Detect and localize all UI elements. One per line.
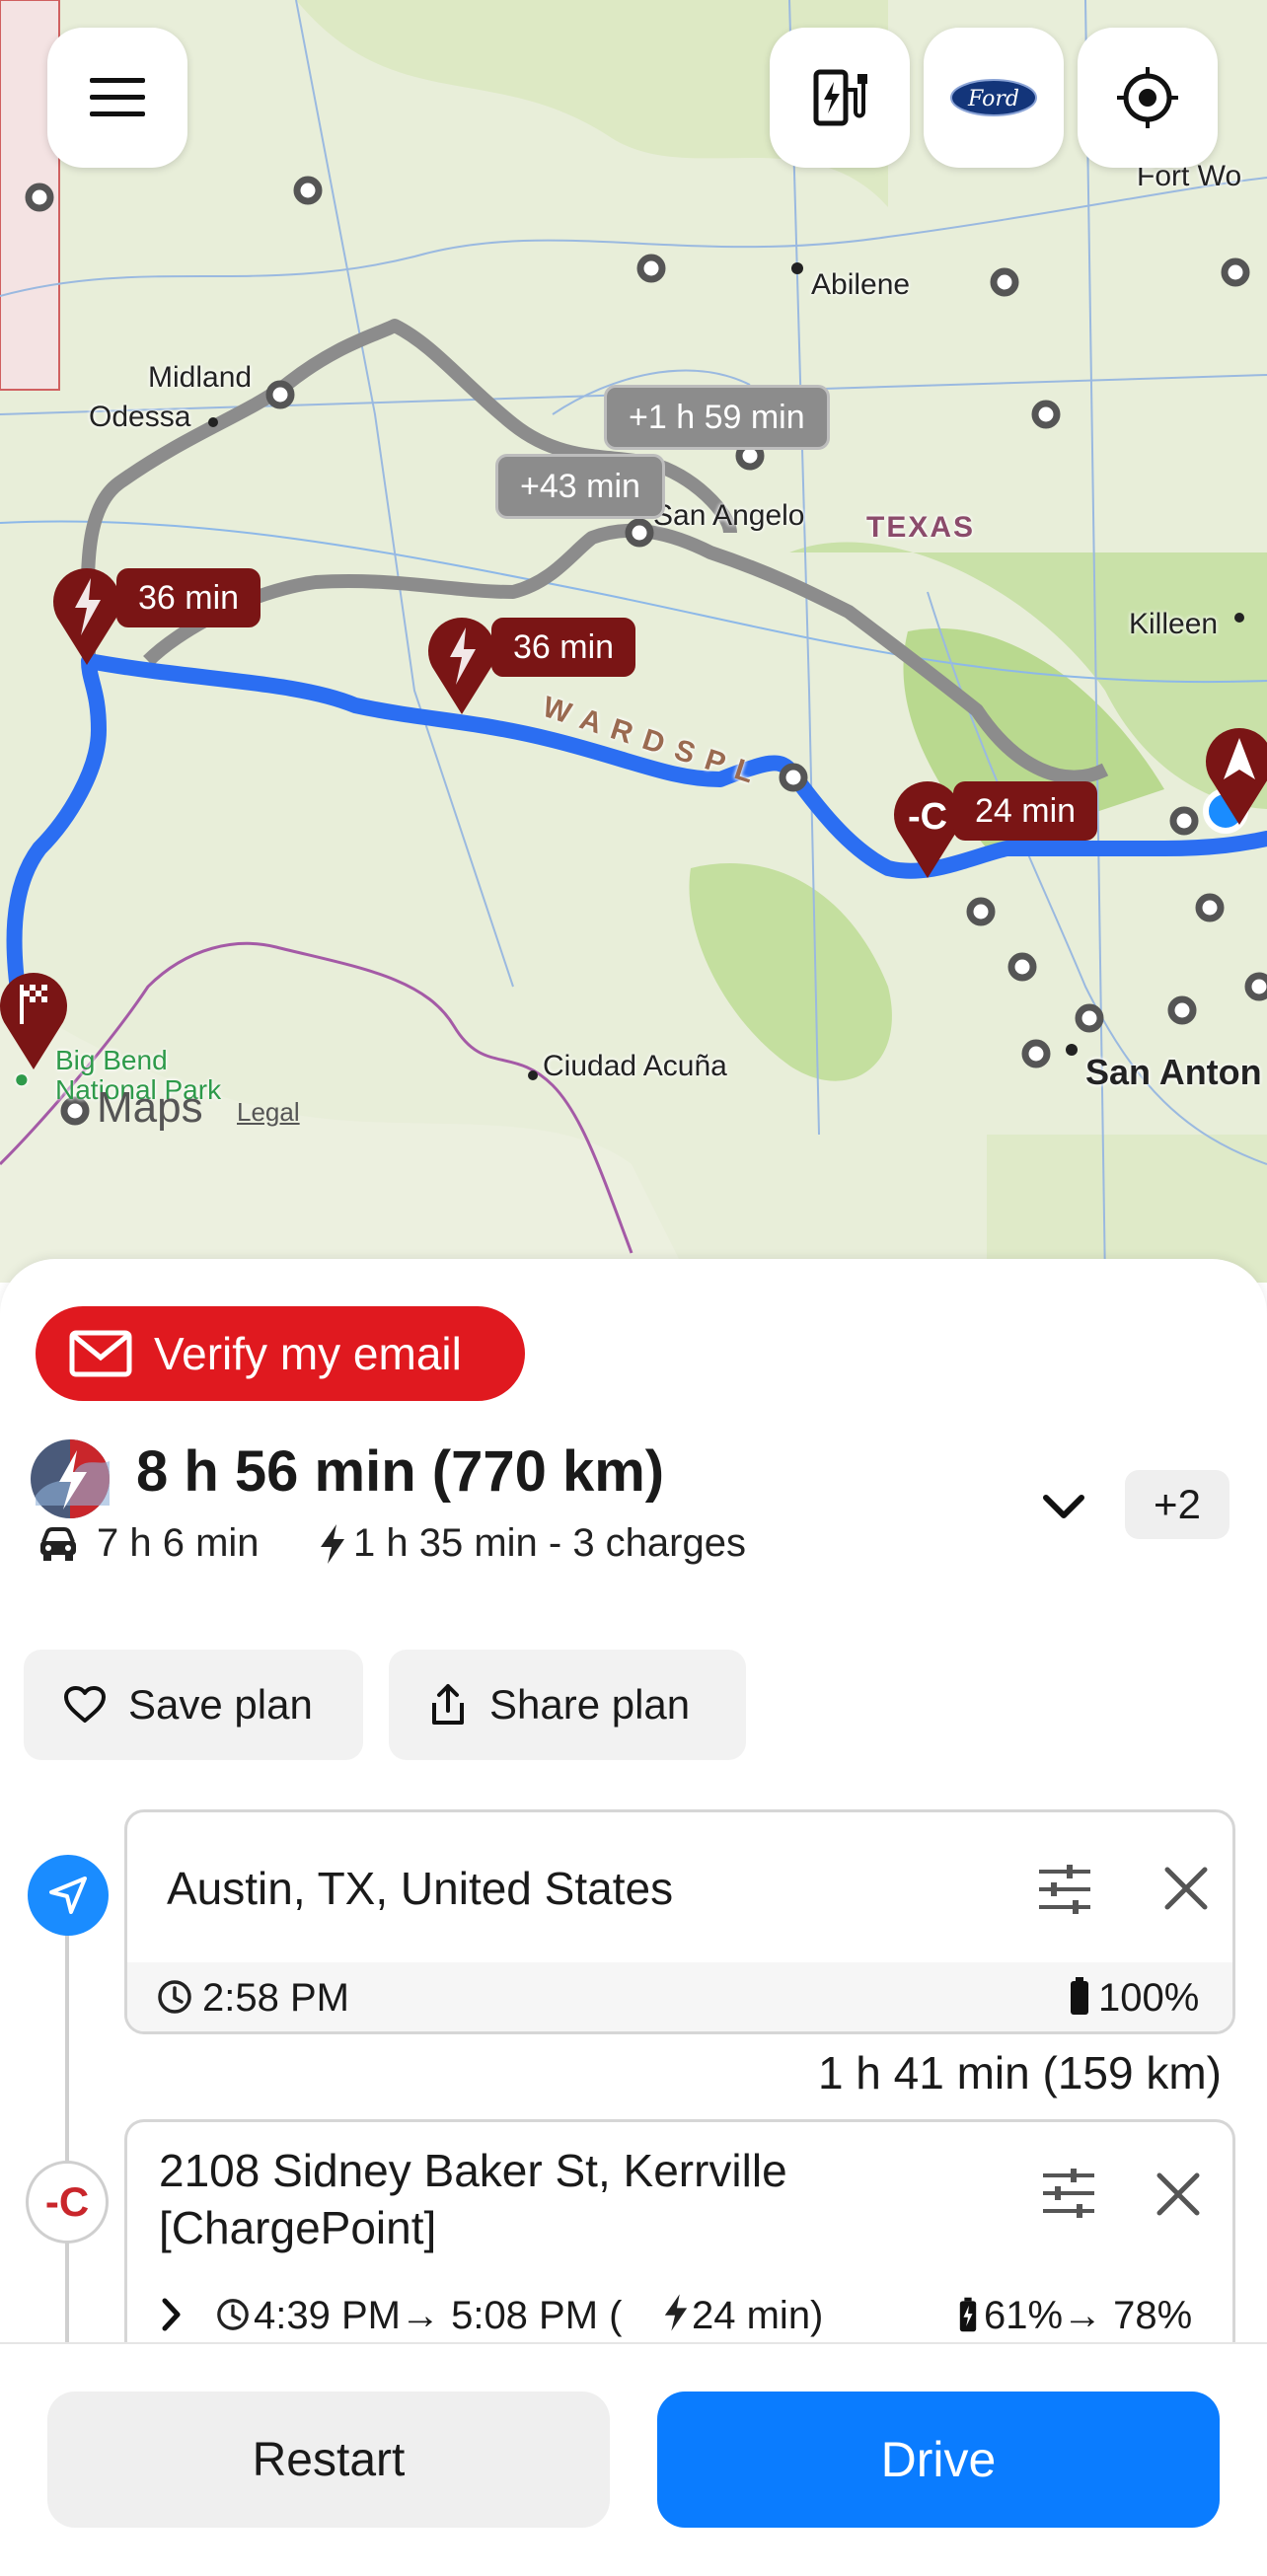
charger-filter-button[interactable] bbox=[770, 28, 910, 168]
drive-time-row: 7 h 6 min bbox=[37, 1521, 260, 1566]
map-label-odessa: Odessa bbox=[89, 401, 191, 433]
map-label-abilene: Abilene bbox=[811, 268, 911, 301]
recenter-location-button[interactable] bbox=[1078, 28, 1218, 168]
close-icon[interactable] bbox=[1155, 2171, 1201, 2217]
charge-duration: 24 min) bbox=[692, 2294, 824, 2337]
svg-text:-C: -C bbox=[908, 796, 947, 838]
lightning-icon bbox=[321, 1523, 344, 1564]
charge-stop-pin-1[interactable] bbox=[47, 558, 126, 667]
more-routes-badge[interactable]: +2 bbox=[1125, 1470, 1230, 1539]
stop-info-bar: 2:58 PM 100% bbox=[127, 1962, 1232, 2031]
timeline-rail bbox=[65, 1934, 69, 2348]
hamburger-menu-icon bbox=[90, 78, 145, 116]
map-label-texas: TEXAS bbox=[866, 511, 976, 544]
arrival-departure-times: 4:39 PM→ 5:08 PM ( bbox=[254, 2294, 623, 2337]
share-plan-button[interactable]: Share plan bbox=[389, 1650, 746, 1760]
map-view[interactable]: Fort Wo Abilene Midland Odessa San Angel… bbox=[0, 0, 1267, 1283]
ev-charger-icon bbox=[813, 69, 867, 126]
map-label-san-antonio: San Anton bbox=[1085, 1052, 1262, 1092]
trip-summary-title: 8 h 56 min (770 km) bbox=[136, 1439, 665, 1504]
save-plan-label: Save plan bbox=[128, 1681, 313, 1728]
start-stop-marker bbox=[28, 1855, 109, 1936]
maps-logo: Maps bbox=[97, 1083, 203, 1132]
mail-icon bbox=[69, 1330, 132, 1377]
route-planner-logo-icon bbox=[31, 1439, 110, 1518]
clock-icon bbox=[158, 1980, 191, 2014]
share-icon bbox=[432, 1684, 464, 1725]
close-icon[interactable] bbox=[1163, 1866, 1209, 1911]
car-icon bbox=[40, 1526, 76, 1561]
map-label-killeen: Killeen bbox=[1129, 608, 1219, 640]
charge-duration-1: 36 min bbox=[116, 568, 261, 627]
charge-duration-2: 36 min bbox=[491, 618, 636, 677]
svg-text:Ford: Ford bbox=[967, 87, 1019, 111]
chevron-right-icon[interactable] bbox=[161, 2298, 183, 2331]
heart-icon bbox=[64, 1686, 106, 1723]
battery-icon bbox=[1071, 1977, 1088, 2015]
menu-button[interactable] bbox=[47, 28, 187, 168]
charge-duration-3: 24 min bbox=[953, 781, 1098, 841]
departure-time: 2:58 PM bbox=[202, 1976, 349, 2020]
sliders-icon[interactable] bbox=[1041, 2168, 1096, 2219]
charge-time-row: 1 h 35 min - 3 charges bbox=[318, 1521, 746, 1566]
stop-name: Austin, TX, United States bbox=[167, 1863, 674, 1914]
stop-card-charge[interactable]: 2108 Sidney Baker St, Kerrville [ChargeP… bbox=[124, 2119, 1235, 2345]
clock-icon bbox=[217, 2299, 249, 2330]
charge-stop-name: 2108 Sidney Baker St, Kerrville [ChargeP… bbox=[159, 2142, 787, 2256]
destination-flag-pin[interactable] bbox=[0, 963, 73, 1071]
crosshair-icon bbox=[1117, 67, 1178, 128]
charge-stop-address: 2108 Sidney Baker St, Kerrville bbox=[159, 2145, 787, 2196]
chevron-down-icon[interactable] bbox=[1036, 1480, 1091, 1535]
stop-card-start[interactable]: Austin, TX, United States 2:58 PM 100% bbox=[124, 1809, 1235, 2034]
verify-email-button[interactable]: Verify my email bbox=[36, 1306, 525, 1401]
restart-button[interactable]: Restart bbox=[47, 2392, 610, 2528]
map-label-ciudad-acuna: Ciudad Acuña bbox=[543, 1050, 727, 1082]
battery-charging-icon bbox=[959, 2297, 977, 2332]
chargepoint-icon: -C bbox=[44, 2178, 90, 2225]
sliders-icon[interactable] bbox=[1037, 1864, 1092, 1915]
save-plan-button[interactable]: Save plan bbox=[24, 1650, 363, 1760]
charge-stop-pin-2[interactable] bbox=[422, 608, 501, 716]
map-label-san-angelo: San Angelo bbox=[653, 499, 805, 532]
drive-time-value: 7 h 6 min bbox=[97, 1521, 260, 1565]
ford-button[interactable]: Ford bbox=[924, 28, 1064, 168]
alt-route-callout-2[interactable]: +43 min bbox=[495, 454, 665, 519]
leg-duration: 1 h 41 min (159 km) bbox=[817, 2047, 1222, 2098]
ford-logo-icon: Ford bbox=[950, 79, 1037, 116]
battery-range: 61%→ 78% bbox=[984, 2294, 1193, 2337]
verify-email-label: Verify my email bbox=[154, 1328, 462, 1379]
drive-button[interactable]: Drive bbox=[657, 2392, 1220, 2528]
charge-stop-marker: -C bbox=[26, 2161, 109, 2244]
navigation-arrow-icon bbox=[49, 1877, 87, 1914]
departure-battery: 100% bbox=[1098, 1976, 1200, 2020]
charge-time-value: 1 h 35 min - 3 charges bbox=[353, 1521, 746, 1565]
lightning-icon bbox=[664, 2294, 688, 2331]
map-label-midland: Midland bbox=[148, 361, 253, 394]
start-navigation-pin[interactable] bbox=[1200, 718, 1267, 827]
legal-link[interactable]: Legal bbox=[237, 1097, 300, 1128]
charge-stop-details[interactable]: 4:39 PM→ 5:08 PM ( 24 min) 61%→ 78% bbox=[127, 2288, 1232, 2345]
charge-stop-network: [ChargePoint] bbox=[159, 2202, 437, 2253]
alt-route-callout-1[interactable]: +1 h 59 min bbox=[604, 385, 830, 450]
share-plan-label: Share plan bbox=[489, 1681, 691, 1728]
